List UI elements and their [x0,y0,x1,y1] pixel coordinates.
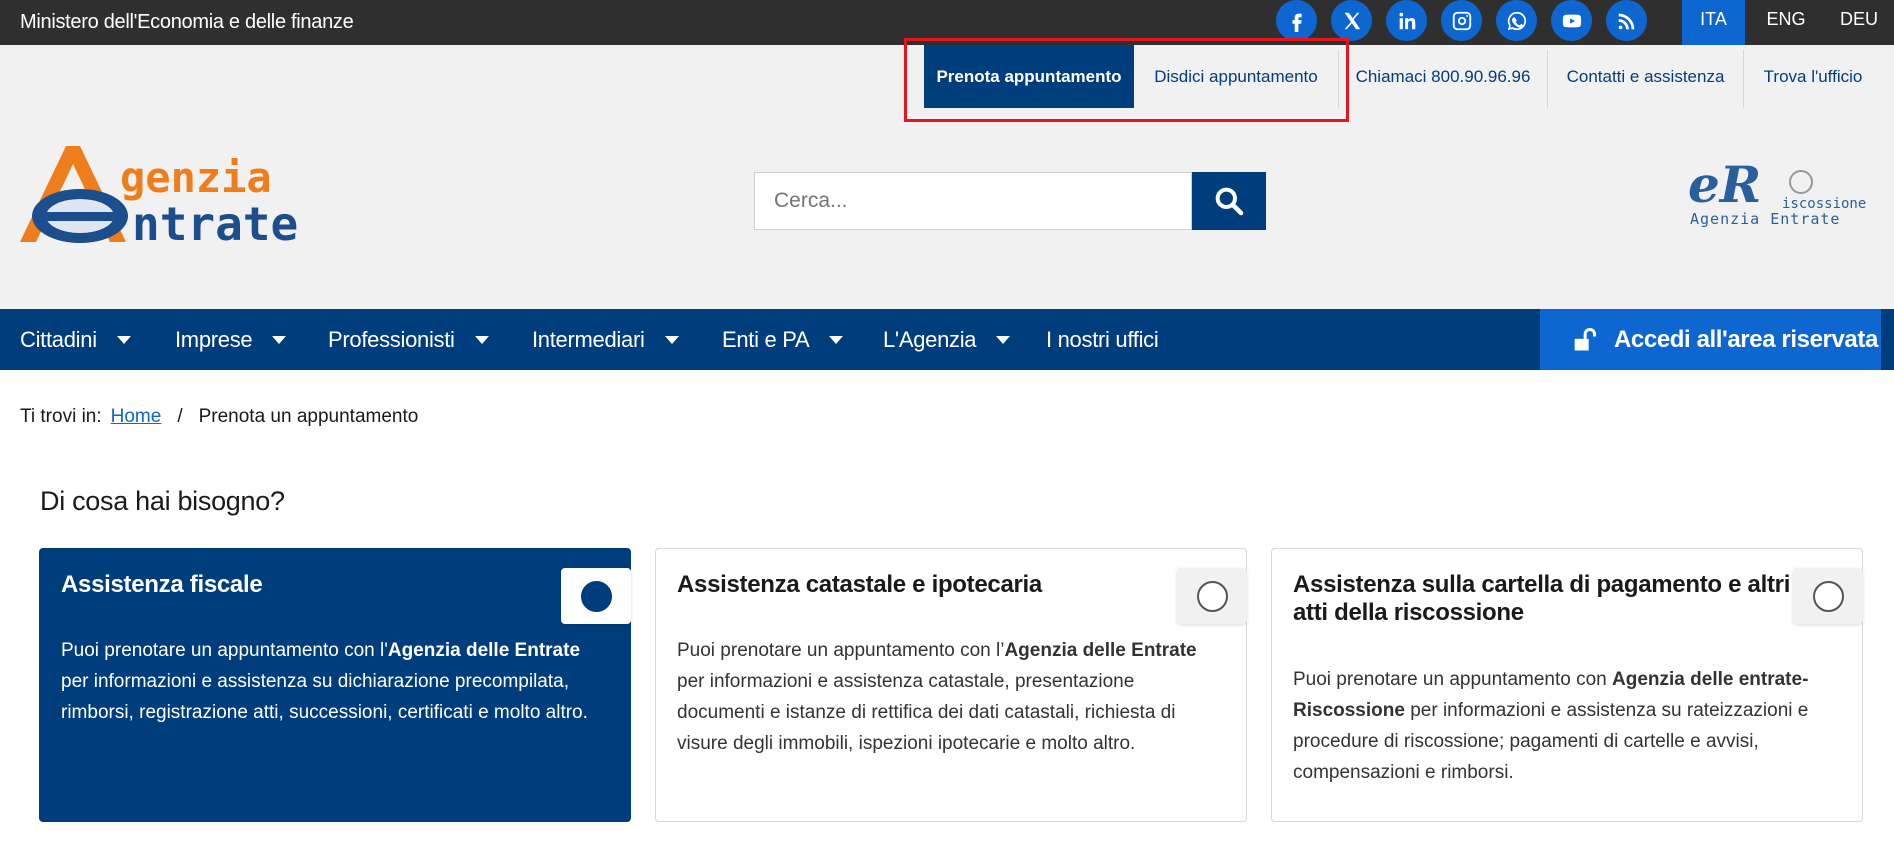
page-heading: Di cosa hai bisogno? [40,486,285,516]
er-letters: eR [1688,160,1761,214]
unlock-icon [1574,327,1597,350]
radio-empty-icon [1196,580,1228,612]
er-agency: Agenzia Entrate [1690,210,1840,228]
chevron-down-icon [474,335,489,344]
radio-empty-icon [1812,580,1844,612]
linkedin-icon[interactable] [1386,0,1427,41]
whatsapp-icon[interactable] [1496,0,1537,41]
card-assistenza-catastale[interactable]: Assistenza catastale e ipotecaria Puoi p… [655,548,1247,822]
logo-line1: genzia [120,153,272,202]
call-link[interactable]: Chiamaci 800.90.96.96 [1339,45,1547,108]
nav-uffici[interactable]: I nostri uffici [1046,309,1159,370]
main-nav: Cittadini Imprese Professionisti Interme… [0,309,1894,370]
logo-line2: ntrate [132,197,298,250]
nav-agenzia[interactable]: L'Agenzia [883,309,1011,370]
contacts-link[interactable]: Contatti e assistenza [1548,45,1743,108]
card-description: Puoi prenotare un appuntamento con l'Age… [61,640,588,723]
nav-enti-pa[interactable]: Enti e PA [722,309,844,370]
card-title: Assistenza fiscale [61,571,263,598]
chevron-down-icon [272,335,287,344]
radio-selected-icon [580,580,612,612]
card-radio[interactable] [1793,568,1863,624]
nav-intermediari[interactable]: Intermediari [532,309,679,370]
card-title: Assistenza catastale e ipotecaria [677,571,1042,598]
card-description: Puoi prenotare un appuntamento con l’Age… [677,640,1197,754]
ministry-link[interactable]: Ministero dell'Economia e delle finanze [20,0,354,45]
chevron-down-icon [116,335,131,344]
nav-imprese[interactable]: Imprese [175,309,287,370]
login-button[interactable]: Accedi all'area riservata [1540,309,1881,370]
breadcrumb-prefix: Ti trovi in: [20,406,102,427]
nav-professionisti[interactable]: Professionisti [328,309,489,370]
nav-cittadini[interactable]: Cittadini [20,309,131,370]
find-office-link[interactable]: Trova l'ufficio [1744,45,1882,108]
card-title: Assistenza sulla cartella di pagamento e… [1293,571,1791,626]
youtube-icon[interactable] [1551,0,1592,41]
lang-ita[interactable]: ITA [1682,0,1745,45]
search-icon [1215,187,1244,216]
search-input[interactable] [754,172,1192,230]
breadcrumb-current: Prenota un appuntamento [198,406,419,427]
facebook-icon[interactable] [1276,0,1317,41]
card-radio[interactable] [561,568,631,624]
card-description: Puoi prenotare un appuntamento con Agenz… [1293,669,1809,783]
chevron-down-icon [996,335,1011,344]
rss-icon[interactable] [1606,0,1647,41]
instagram-icon[interactable] [1441,0,1482,41]
x-icon[interactable] [1331,0,1372,41]
lang-deu[interactable]: DEU [1824,0,1894,45]
chevron-down-icon [829,335,844,344]
emblem-icon [1789,170,1813,194]
breadcrumb: Ti trovi in: Home / Prenota un appuntame… [20,406,418,428]
card-radio[interactable] [1177,568,1247,624]
book-appointment-link[interactable]: Prenota appuntamento [924,45,1134,108]
breadcrumb-separator: / [177,406,183,427]
breadcrumb-home-link[interactable]: Home [111,406,162,428]
top-bar: Ministero dell'Economia e delle finanze … [0,0,1894,45]
card-assistenza-riscossione[interactable]: Assistenza sulla cartella di pagamento e… [1271,548,1863,822]
agenzia-entrate-logo[interactable]: genzia ntrate [18,140,348,250]
lang-eng[interactable]: ENG [1752,0,1820,45]
search-button[interactable] [1192,172,1266,230]
cancel-appointment-link[interactable]: Disdici appuntamento [1134,45,1338,108]
card-assistenza-fiscale[interactable]: Assistenza fiscale Puoi prenotare un app… [39,548,631,822]
riscossione-logo[interactable]: eR iscossione Agenzia Entrate [1688,160,1868,232]
chevron-down-icon [664,335,679,344]
